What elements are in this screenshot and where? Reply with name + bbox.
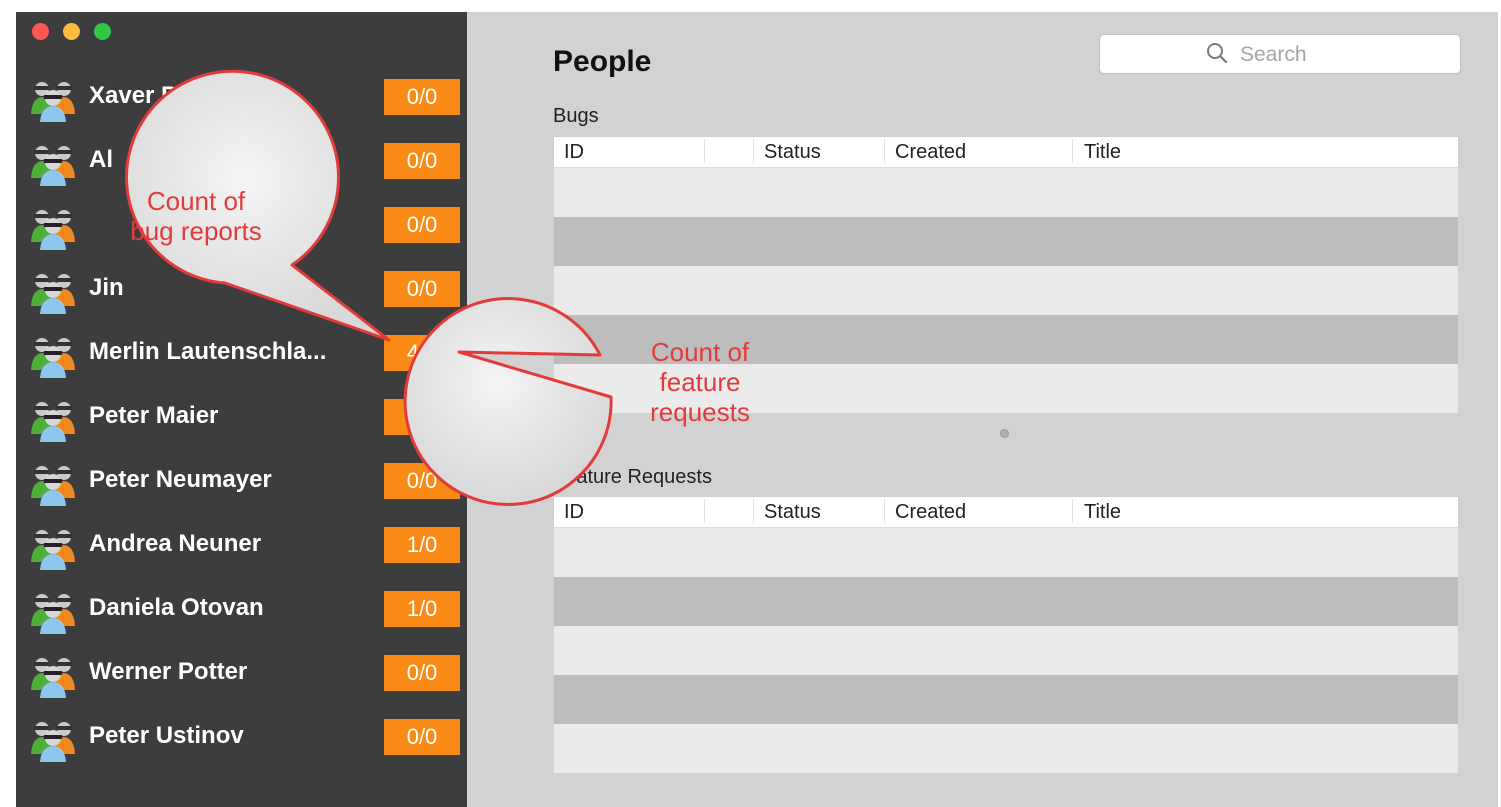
callout-line: requests [650,397,750,427]
callout-line: Count of [146,186,246,216]
callout-line: feature [659,367,741,397]
feature-callout-bubble [403,297,613,507]
feature-callout-text: Count of feature requests [600,337,800,427]
bug-callout-text: Count of bug reports [96,186,296,246]
callout-line: bug reports [130,216,262,246]
callout-line: Count of [650,337,750,367]
